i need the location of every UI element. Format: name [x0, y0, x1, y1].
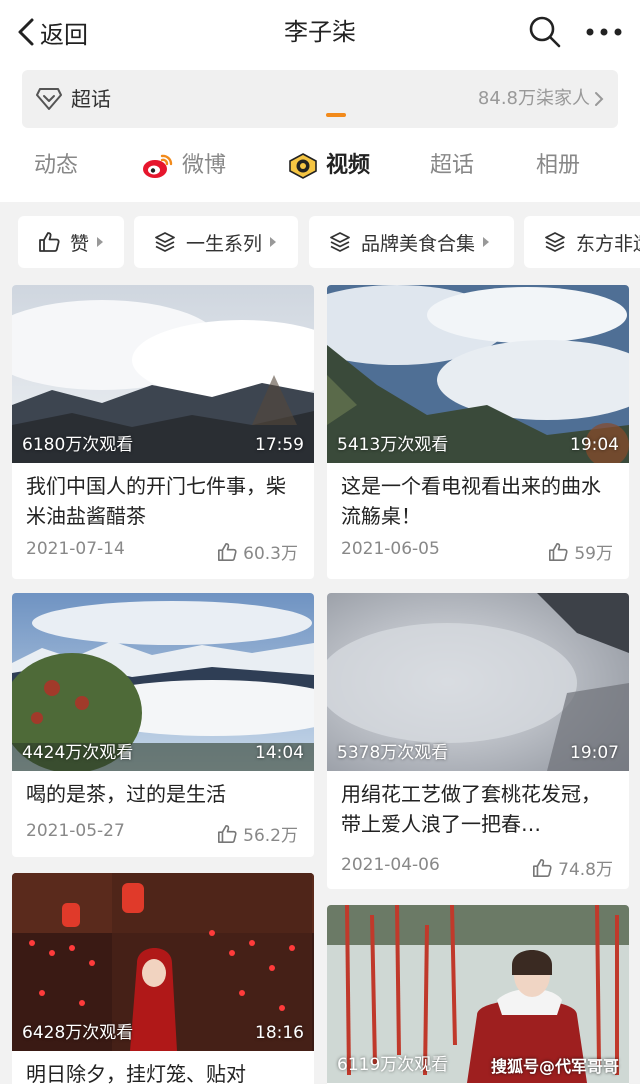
tab-weibo[interactable]: 微博 — [142, 150, 226, 182]
chip-life-series-label: 一生系列 — [186, 232, 263, 255]
tab-feed[interactable]: 动态 — [34, 150, 78, 182]
thumb-up-icon — [549, 542, 568, 561]
tab-video[interactable]: 视频 — [288, 150, 370, 182]
super-topic-label: 超话 — [71, 87, 111, 111]
like-count-text: 74.8万 — [558, 860, 613, 880]
search-icon[interactable] — [528, 15, 562, 49]
caret-right-icon — [97, 237, 104, 247]
video-date: 2021-06-05 — [341, 539, 440, 559]
video-card[interactable]: 6119万次观看 搜狐号@代军哥哥 — [327, 905, 629, 1084]
filter-chips: 赞 一生系列 品牌美食合集 东方非遗 — [0, 216, 640, 270]
video-date: 2021-04-06 — [341, 855, 440, 875]
more-icon[interactable] — [584, 20, 624, 44]
tab-album[interactable]: 相册 — [536, 150, 580, 182]
duration: 14:04 — [255, 743, 304, 763]
weibo-icon — [143, 154, 173, 178]
video-title: 这是一个看电视看出来的曲水流觞桌！ — [341, 474, 601, 528]
like-count-text: 59万 — [574, 544, 613, 564]
video-thumbnail: 4424万次观看 14:04 — [12, 593, 314, 771]
chevron-left-icon — [18, 18, 34, 46]
like-count[interactable]: 56.2万 — [217, 821, 298, 846]
thumb-up-icon — [218, 824, 237, 843]
tab-super-topic[interactable]: 超话 — [430, 150, 474, 182]
duration: 19:07 — [570, 743, 619, 763]
view-count: 4424万次观看 — [22, 743, 134, 763]
video-thumbnail: 5413万次观看 19:04 — [327, 285, 629, 463]
like-count[interactable]: 59万 — [548, 539, 613, 564]
video-card[interactable]: 6428万次观看 18:16 明日除夕，挂灯笼、贴对 — [12, 873, 314, 1084]
fans-count-text: 84.8万柒家人 — [477, 88, 590, 109]
video-thumbnail: 6428万次观看 18:16 — [12, 873, 314, 1051]
fans-count[interactable]: 84.8万柒家人 — [478, 70, 604, 128]
chip-brand-food[interactable]: 品牌美食合集 — [309, 216, 514, 268]
chevron-right-icon — [595, 92, 604, 106]
duration: 18:16 — [255, 1023, 304, 1043]
chip-life-series[interactable]: 一生系列 — [134, 216, 298, 268]
video-title: 我们中国人的开门七件事，柴米油盐酱醋茶 — [26, 474, 286, 528]
chip-likes-label: 赞 — [70, 232, 90, 255]
duration: 17:59 — [255, 435, 304, 455]
video-title: 明日除夕，挂灯笼、贴对 — [26, 1062, 246, 1084]
active-tab-indicator — [326, 113, 346, 117]
header-area: 超话 84.8万柒家人 动态 微博 视频 超话 相册 — [0, 64, 640, 202]
caret-right-icon — [483, 237, 490, 247]
chip-brand-food-label: 品牌美食合集 — [361, 232, 476, 255]
thumb-up-icon — [218, 542, 237, 561]
like-count[interactable]: 60.3万 — [217, 539, 298, 564]
back-label: 返回 — [40, 20, 88, 49]
video-card[interactable]: 5413万次观看 19:04 这是一个看电视看出来的曲水流觞桌！ 2021-06… — [327, 285, 629, 579]
tab-feed-label: 动态 — [34, 153, 79, 178]
chip-heritage[interactable]: 东方非遗 — [524, 216, 640, 268]
view-count: 6180万次观看 — [22, 435, 134, 455]
video-title: 喝的是茶，过的是生活 — [26, 782, 226, 806]
tab-super-topic-label: 超话 — [430, 153, 475, 178]
view-count: 5378万次观看 — [337, 743, 449, 763]
tab-bar: 动态 微博 视频 超话 相册 — [0, 142, 640, 202]
video-date: 2021-07-14 — [26, 539, 125, 559]
duration: 19:04 — [570, 435, 619, 455]
watermark: 搜狐号@代军哥哥 — [490, 1057, 619, 1076]
back-button[interactable]: 返回 — [16, 12, 88, 52]
view-count: 5413万次观看 — [337, 435, 449, 455]
video-thumbnail: 6119万次观看 搜狐号@代军哥哥 — [327, 905, 629, 1083]
video-date: 2021-05-27 — [26, 821, 125, 841]
caret-right-icon — [270, 237, 277, 247]
video-title: 用绢花工艺做了套桃花发冠，带上爱人浪了一把春… — [341, 782, 601, 836]
video-thumbnail: 5378万次观看 19:07 — [327, 593, 629, 771]
view-count: 6119万次观看 — [337, 1055, 449, 1075]
view-count: 6428万次观看 — [22, 1023, 134, 1043]
layers-icon — [545, 232, 565, 252]
nav-bar: 返回 李子柒 — [0, 0, 640, 64]
thumb-up-icon — [533, 858, 552, 877]
diamond-icon — [36, 88, 62, 110]
chip-likes[interactable]: 赞 — [18, 216, 124, 268]
video-card[interactable]: 5378万次观看 19:07 用绢花工艺做了套桃花发冠，带上爱人浪了一把春… 2… — [327, 593, 629, 889]
like-count-text: 60.3万 — [243, 544, 298, 564]
like-count-text: 56.2万 — [243, 826, 298, 846]
layers-icon — [330, 232, 350, 252]
tab-video-label: 视频 — [326, 153, 371, 178]
like-count[interactable]: 74.8万 — [532, 855, 613, 880]
video-thumbnail: 6180万次观看 17:59 — [12, 285, 314, 463]
thumb-up-icon — [39, 232, 60, 252]
video-icon — [289, 153, 317, 179]
video-card[interactable]: 4424万次观看 14:04 喝的是茶，过的是生活 2021-05-27 56.… — [12, 593, 314, 857]
video-card[interactable]: 6180万次观看 17:59 我们中国人的开门七件事，柴米油盐酱醋茶 2021-… — [12, 285, 314, 579]
tab-weibo-label: 微博 — [182, 153, 227, 178]
chip-heritage-label: 东方非遗 — [576, 232, 640, 255]
tab-album-label: 相册 — [536, 153, 581, 178]
super-topic-bar[interactable]: 超话 84.8万柒家人 — [22, 70, 618, 128]
layers-icon — [155, 232, 175, 252]
